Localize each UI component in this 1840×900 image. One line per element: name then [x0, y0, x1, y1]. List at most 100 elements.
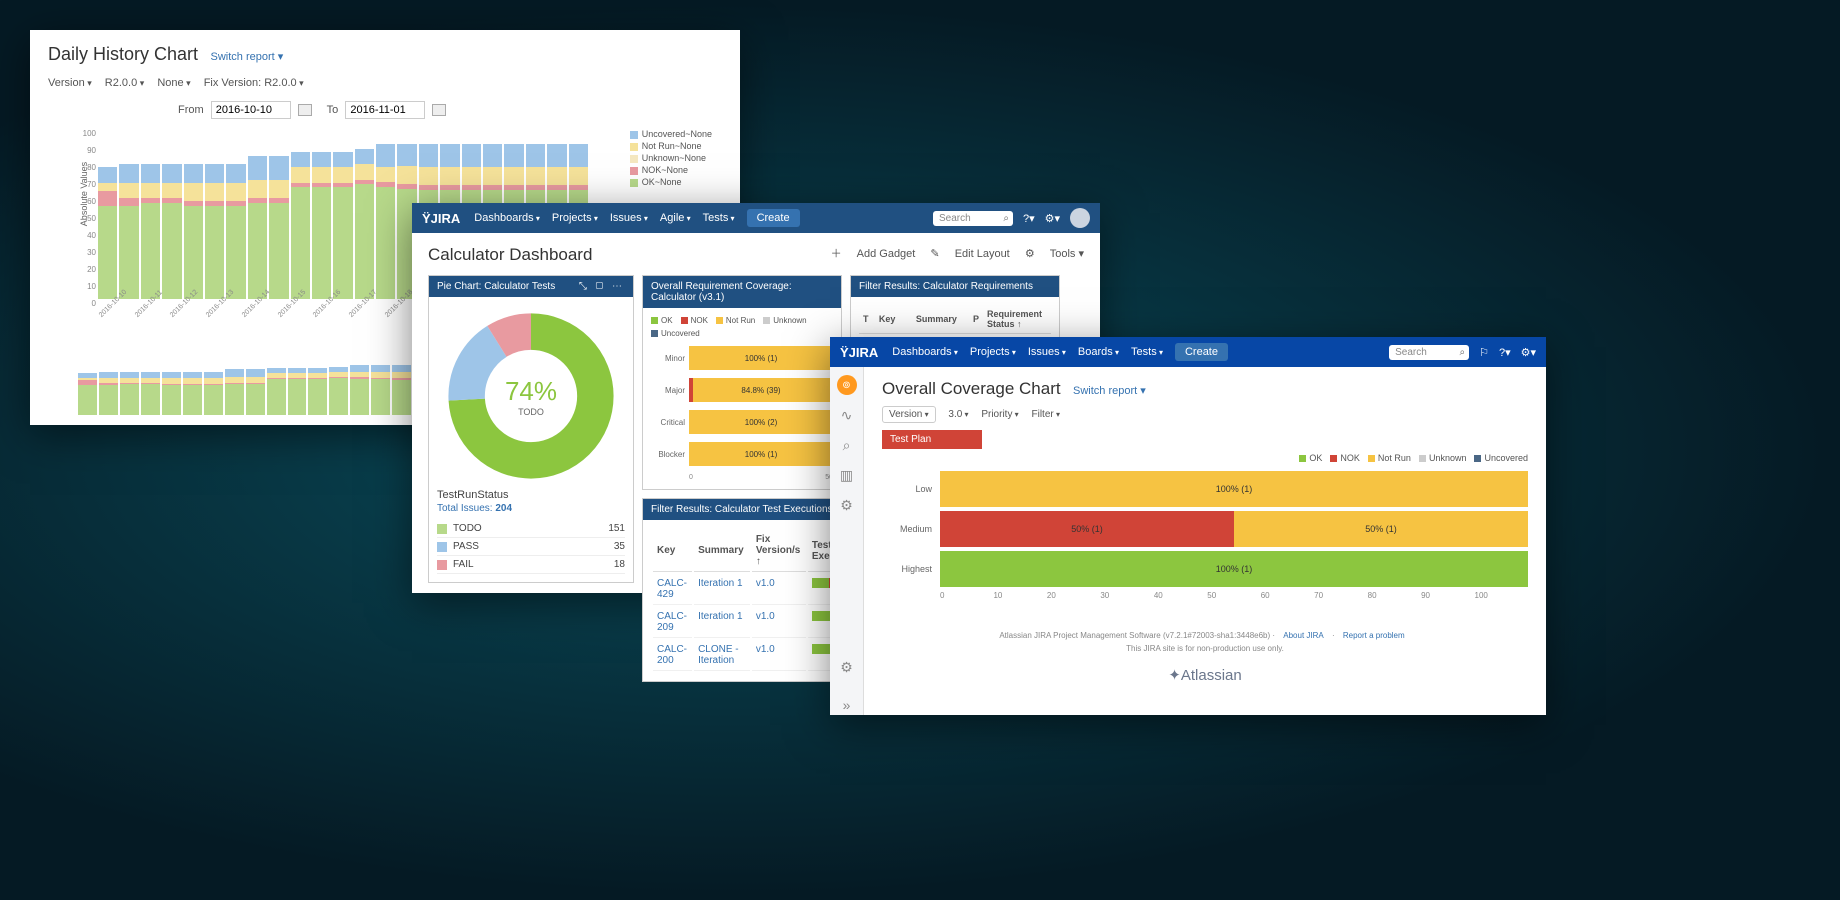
nav-agile[interactable]: Agile [660, 212, 691, 224]
stacked-bar [312, 144, 331, 299]
from-date-input[interactable] [211, 101, 291, 119]
col-header[interactable]: Summary [694, 530, 750, 572]
nav-issues[interactable]: Issues [1028, 346, 1066, 358]
calendar-icon[interactable] [298, 104, 312, 116]
filter-none[interactable]: None [157, 77, 190, 89]
col-header[interactable]: P [969, 305, 983, 334]
tools-button[interactable]: ⚙ Tools ▾ [1025, 248, 1084, 260]
page-title: Overall Coverage Chart [882, 379, 1061, 399]
nav-tests[interactable]: Tests [1131, 346, 1163, 358]
expand-icon[interactable]: » [837, 695, 857, 715]
filter-filter[interactable]: Filter [1031, 409, 1059, 420]
add-gadget-button[interactable]: ＋ Add Gadget [831, 248, 916, 260]
stacked-bar [288, 365, 307, 415]
jira-navbar: ŸJIRA Dashboards Projects Issues Boards Test… [830, 337, 1546, 367]
stacked-bar [162, 144, 181, 299]
coverage-row: Critical100% (2) [651, 410, 833, 434]
project-icon[interactable]: ⊚ [837, 375, 857, 395]
jira-logo[interactable]: ŸJIRA [422, 211, 460, 226]
feedback-icon[interactable]: ⚐ [1479, 346, 1489, 359]
footer: Atlassian JIRA Project Management Softwa… [882, 630, 1528, 688]
nav-issues[interactable]: Issues [610, 212, 648, 224]
activity-icon[interactable]: ∿ [837, 405, 857, 425]
search-sidebar-icon[interactable]: ⌕ [837, 435, 857, 455]
nav-dashboards[interactable]: Dashboards [892, 346, 958, 358]
donut-percent: 74% [505, 376, 557, 407]
stacked-bar [226, 144, 245, 299]
table-row[interactable]: CALC-209Iteration 1v1.0 [653, 607, 859, 638]
filter-fixversion[interactable]: Fix Version: R2.0.0 [204, 77, 304, 89]
filter-bar: Version R2.0.0 None Fix Version: R2.0.0 [48, 77, 722, 89]
nav-projects[interactable]: Projects [552, 212, 598, 224]
dashboard-title: Calculator Dashboard [428, 245, 592, 265]
y-ticks: 1009080706050403020100 [78, 129, 96, 299]
page-title: Daily History Chart [48, 44, 198, 65]
jira-navbar: ŸJIRA Dashboards Projects Issues Agile Tests… [412, 203, 1100, 233]
edit-layout-button[interactable]: ✎ Edit Layout [930, 248, 1009, 260]
search-input[interactable]: Search [1389, 345, 1469, 360]
filter-r2[interactable]: R2.0.0 [105, 77, 144, 89]
total-issues: Total Issues: 204 [437, 503, 625, 514]
gear-icon[interactable]: ⚙▾ [1045, 212, 1060, 225]
help-icon[interactable]: ?▾ [1499, 346, 1511, 359]
pie-chart-gadget: Pie Chart: Calculator Tests⤡ ▢ ⋯ 74% TOD… [428, 275, 634, 583]
to-date-input[interactable] [345, 101, 425, 119]
chart-legend: Uncovered~NoneNot Run~NoneUnknown~NoneNO… [630, 129, 712, 189]
gadget-controls[interactable]: ⤡ ▢ ⋯ [579, 281, 625, 292]
filter-bar: Version 3.0 Priority Filter [882, 409, 1528, 420]
nav-projects[interactable]: Projects [970, 346, 1016, 358]
col-header[interactable]: Key [653, 530, 692, 572]
nav-dashboards[interactable]: Dashboards [474, 212, 540, 224]
col-header[interactable]: Summary [912, 305, 969, 334]
stacked-bar [376, 144, 395, 299]
jira-logo[interactable]: ŸJIRA [840, 345, 878, 360]
about-link[interactable]: About JIRA [1283, 631, 1323, 640]
filter-version[interactable]: Version [48, 77, 92, 89]
settings-bottom-icon[interactable]: ⚙ [837, 657, 857, 677]
coverage-row: Blocker100% (1) [651, 442, 833, 466]
reports-icon[interactable]: ▥ [837, 465, 857, 485]
stat-title: TestRunStatus [437, 489, 625, 501]
stacked-bar [329, 365, 348, 415]
col-header[interactable]: Fix Version/s ↑ [752, 530, 806, 572]
stacked-bar [248, 144, 267, 299]
stacked-bar [119, 144, 138, 299]
issue-key-link[interactable]: CALC-209 [657, 611, 687, 633]
avatar[interactable] [1070, 208, 1090, 228]
help-icon[interactable]: ?▾ [1023, 212, 1035, 225]
create-button[interactable]: Create [747, 209, 800, 227]
x-axis: 0102030405060708090100 [940, 591, 1528, 600]
summary-link[interactable]: Iteration 1 [698, 578, 742, 589]
v-filter[interactable]: 3.0 [948, 409, 968, 420]
calendar-icon[interactable] [432, 104, 446, 116]
donut-chart: 74% TODO [446, 311, 616, 481]
switch-report-link[interactable]: Switch report [210, 51, 283, 63]
create-button[interactable]: Create [1175, 343, 1228, 361]
priority-filter[interactable]: Priority [981, 409, 1018, 420]
stacked-bar [392, 365, 411, 415]
nav-tests[interactable]: Tests [703, 212, 735, 224]
col-header[interactable]: Key [875, 305, 912, 334]
report-problem-link[interactable]: Report a problem [1343, 631, 1405, 640]
summary-link[interactable]: Iteration 1 [698, 611, 742, 622]
stacked-bar [183, 365, 202, 415]
nav-boards[interactable]: Boards [1078, 346, 1119, 358]
table-row[interactable]: CALC-200CLONE - Iterationv1.0 [653, 640, 859, 671]
issue-key-link[interactable]: CALC-200 [657, 644, 687, 666]
col-header[interactable]: T [859, 305, 875, 334]
gadget-title: Filter Results: Calculator Test Executio… [651, 504, 833, 515]
settings-sidebar-icon[interactable]: ⚙ [837, 495, 857, 515]
exec-filter-gadget: Filter Results: Calculator Test Executio… [642, 498, 842, 682]
gear-icon[interactable]: ⚙▾ [1521, 346, 1536, 359]
from-label: From [178, 104, 204, 116]
issue-key-link[interactable]: CALC-429 [657, 578, 687, 600]
summary-link[interactable]: CLONE - Iteration [698, 644, 739, 666]
search-input[interactable]: Search [933, 211, 1013, 226]
table-row[interactable]: CALC-429Iteration 1v1.0 [653, 574, 859, 605]
col-header[interactable]: Requirement Status ↑ [983, 305, 1051, 334]
stacked-bar [291, 144, 310, 299]
switch-report-link[interactable]: Switch report [1073, 385, 1146, 397]
version-filter[interactable]: Version [882, 406, 936, 423]
donut-label: TODO [518, 407, 544, 417]
test-plan-badge: Test Plan [882, 430, 982, 449]
